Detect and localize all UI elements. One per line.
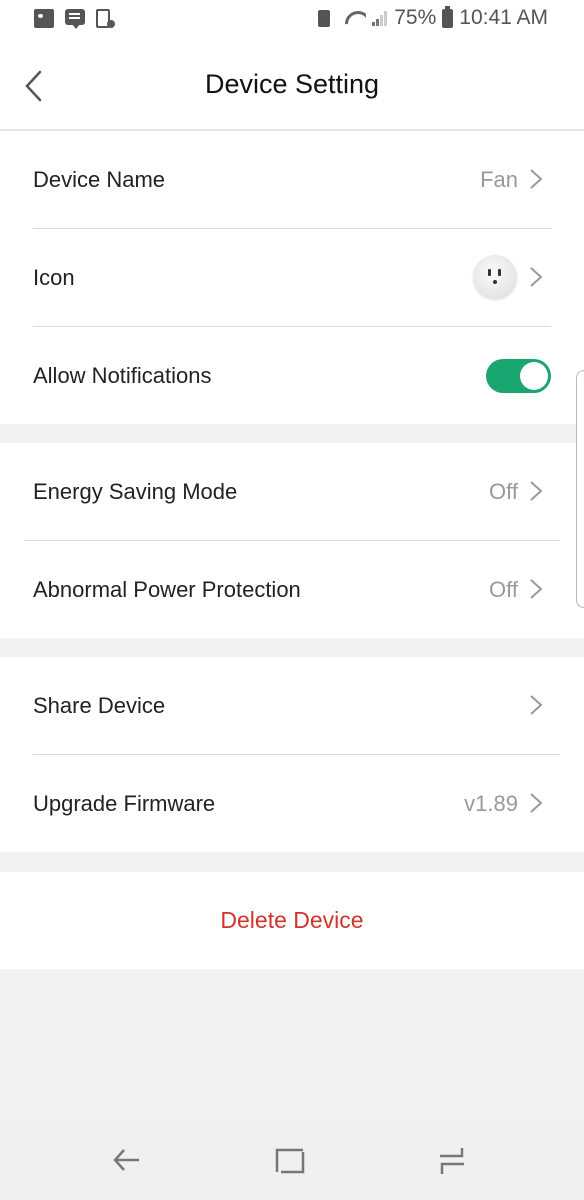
status-bar: 75% 10:41 AM	[0, 0, 584, 40]
chevron-right-icon	[530, 695, 543, 715]
allow-notifications-label: Allow Notifications	[33, 362, 212, 388]
chevron-right-icon	[530, 579, 543, 599]
smart-plug-icon	[473, 255, 517, 299]
firmware-version: v1.89	[464, 790, 518, 816]
icon-row[interactable]: Icon	[0, 229, 584, 326]
settings-group-power: Energy Saving Mode Off Abnormal Power Pr…	[0, 443, 584, 638]
delete-device-button[interactable]: Delete Device	[0, 872, 584, 969]
chevron-right-icon	[530, 793, 543, 813]
gallery-icon	[34, 9, 54, 28]
screen-record-icon	[96, 9, 115, 28]
energy-saving-mode-value: Off	[489, 478, 518, 504]
back-nav-icon	[113, 1149, 139, 1171]
allow-notifications-row: Allow Notifications	[0, 327, 584, 424]
device-name-label: Device Name	[33, 166, 166, 192]
chevron-right-icon	[530, 267, 543, 287]
chevron-right-icon	[530, 481, 543, 501]
abnormal-power-protection-label: Abnormal Power Protection	[33, 576, 301, 602]
settings-group-general: Device Name Fan Icon Allow Notifications	[0, 131, 584, 424]
energy-saving-mode-label: Energy Saving Mode	[33, 478, 238, 504]
wifi-icon	[344, 10, 366, 26]
icon-label: Icon	[33, 264, 75, 290]
nav-recents-button[interactable]	[432, 1142, 472, 1178]
system-icons: 75% 10:41 AM	[318, 5, 548, 30]
signal-icon	[372, 10, 388, 26]
upgrade-firmware-label: Upgrade Firmware	[33, 790, 216, 816]
share-device-row[interactable]: Share Device	[0, 657, 584, 754]
recents-nav-icon	[440, 1148, 464, 1174]
allow-notifications-toggle[interactable]	[486, 359, 551, 393]
device-name-row[interactable]: Device Name Fan	[0, 131, 584, 228]
chevron-right-icon	[530, 169, 543, 189]
share-device-label: Share Device	[33, 692, 166, 718]
notification-icons	[34, 9, 115, 29]
battery-saver-icon	[318, 9, 331, 27]
message-icon	[65, 9, 85, 29]
system-navigation-bar	[0, 1120, 584, 1200]
abnormal-power-protection-row[interactable]: Abnormal Power Protection Off	[0, 541, 584, 638]
delete-device-label: Delete Device	[220, 907, 364, 933]
upgrade-firmware-row[interactable]: Upgrade Firmware v1.89	[0, 755, 584, 852]
nav-home-button[interactable]	[270, 1142, 310, 1178]
battery-icon	[442, 5, 454, 28]
battery-percent: 75%	[394, 6, 437, 29]
clock: 10:41 AM	[459, 6, 548, 29]
settings-group-device: Share Device Upgrade Firmware v1.89	[0, 657, 584, 852]
page-title: Device Setting	[204, 69, 380, 99]
nav-back-button[interactable]	[107, 1142, 147, 1178]
app-header: Device Setting	[0, 40, 584, 131]
home-nav-icon	[275, 1148, 305, 1174]
edge-panel-handle[interactable]	[576, 370, 584, 608]
energy-saving-mode-row[interactable]: Energy Saving Mode Off	[0, 443, 584, 540]
abnormal-power-protection-value: Off	[489, 576, 518, 602]
device-name-value: Fan	[480, 166, 518, 192]
